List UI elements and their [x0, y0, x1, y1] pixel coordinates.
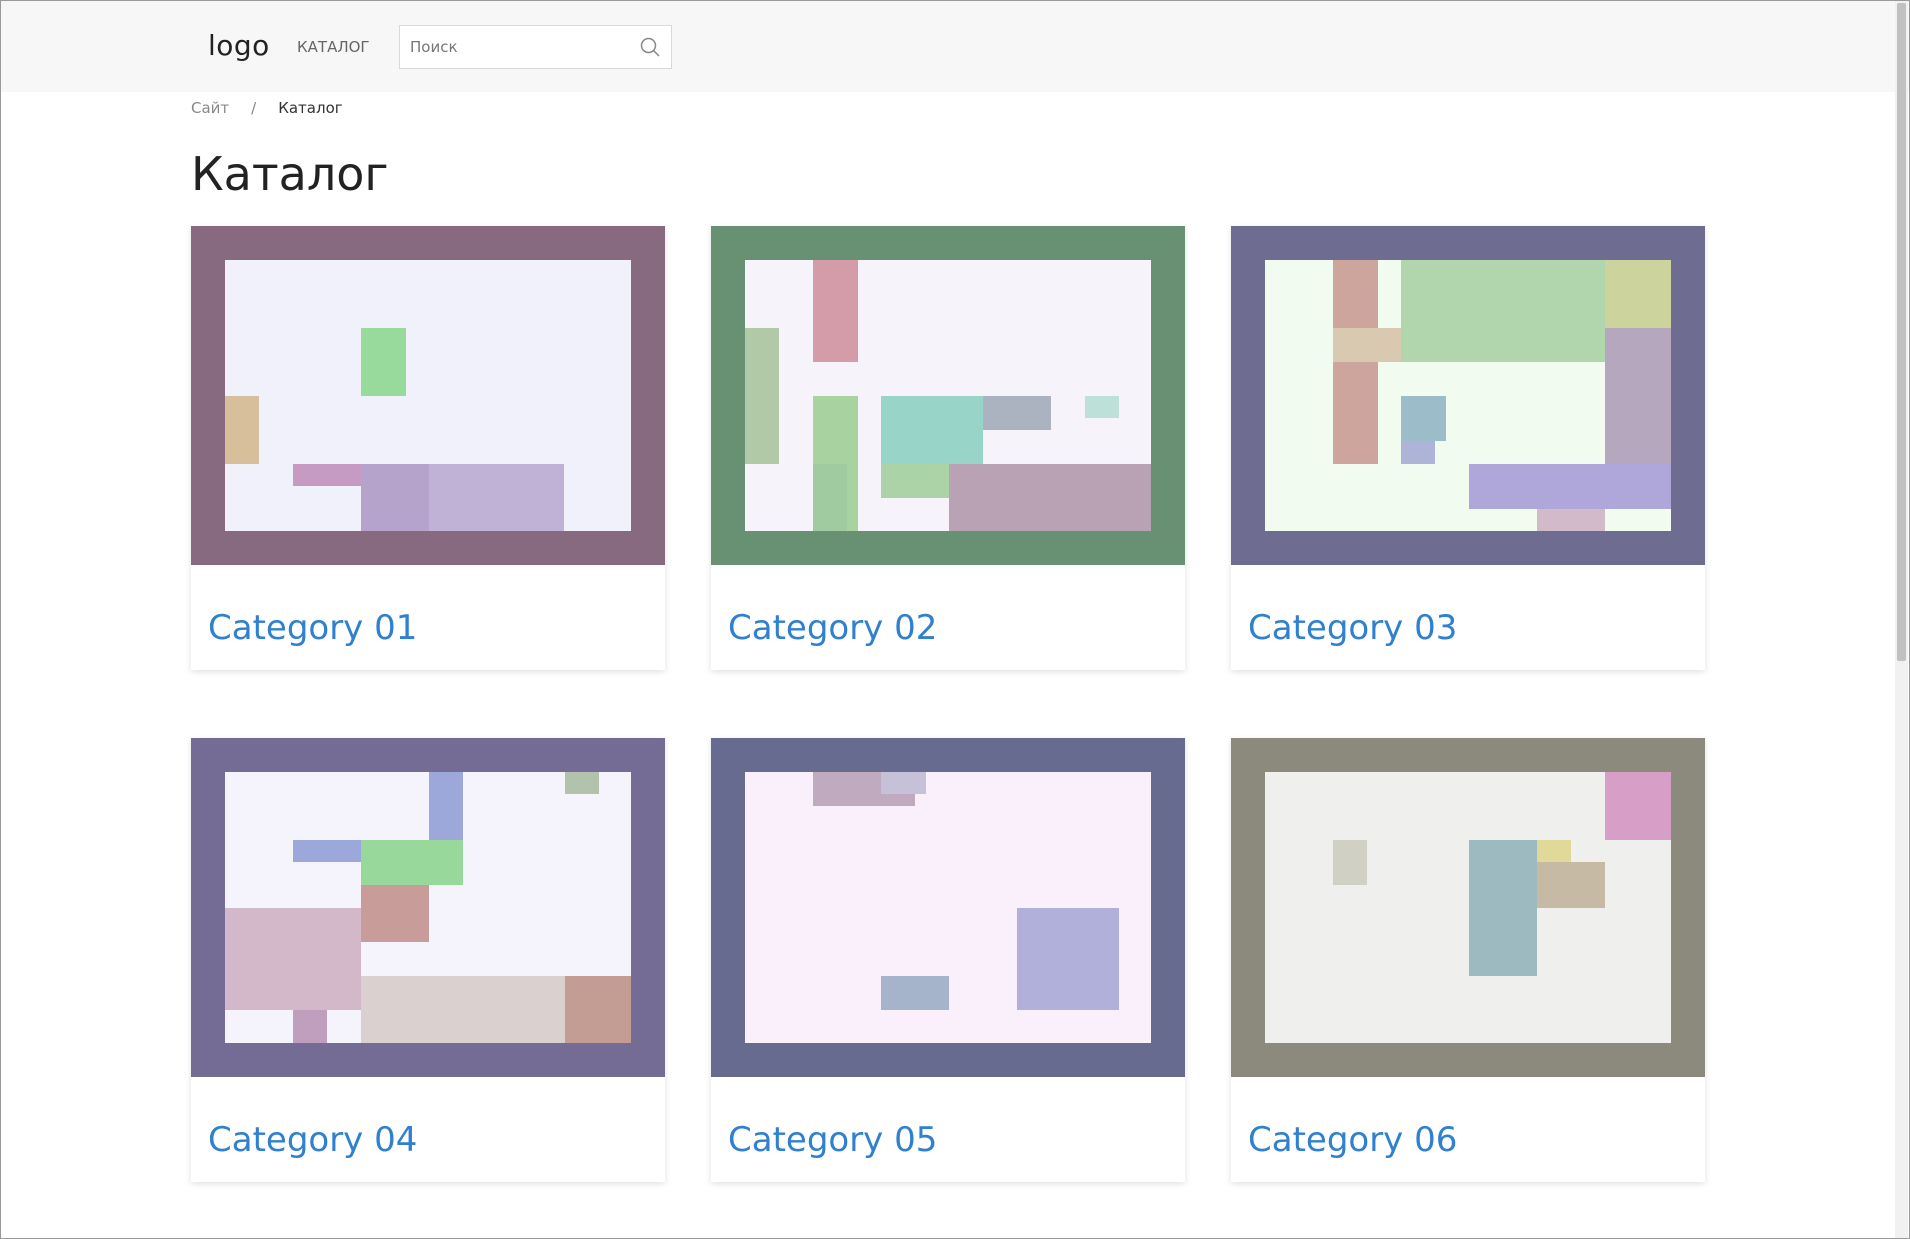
image-block: [361, 840, 463, 885]
image-block: [983, 396, 1051, 430]
category-image[interactable]: [1231, 738, 1705, 1077]
image-block: [813, 260, 858, 362]
image-block: [813, 464, 847, 531]
image-block: [225, 908, 361, 1010]
category-title-link[interactable]: Category 03: [1248, 608, 1457, 648]
image-block: [1401, 441, 1435, 464]
image-block: [1537, 840, 1571, 862]
image-block: [881, 464, 949, 498]
category-card[interactable]: Category 01: [191, 226, 665, 670]
image-block: [1333, 362, 1378, 464]
category-card[interactable]: Category 06: [1231, 738, 1705, 1182]
image-block: [293, 840, 361, 862]
category-image[interactable]: [711, 226, 1185, 565]
image-block: [881, 976, 949, 1010]
image-block: [361, 464, 429, 531]
image-block: [949, 464, 1151, 531]
category-image[interactable]: [1231, 226, 1705, 565]
image-block: [1605, 772, 1671, 840]
image-block: [429, 464, 564, 531]
image-block: [1469, 464, 1671, 509]
image-block: [361, 976, 565, 1043]
page-title: Каталог: [191, 147, 389, 201]
search-input[interactable]: [410, 26, 630, 68]
category-card[interactable]: Category 02: [711, 226, 1185, 670]
image-block: [1401, 396, 1446, 441]
image-block: [293, 464, 361, 486]
category-card[interactable]: Category 04: [191, 738, 665, 1182]
image-block: [293, 1010, 327, 1043]
category-card[interactable]: Category 03: [1231, 226, 1705, 670]
nav-link-catalog[interactable]: КАТАЛОГ: [297, 38, 370, 56]
image-block: [429, 772, 463, 840]
image-block: [745, 328, 779, 464]
logo[interactable]: logo: [208, 29, 270, 62]
search-icon[interactable]: [639, 36, 661, 58]
image-block: [1017, 908, 1119, 1010]
image-block: [1537, 509, 1605, 531]
breadcrumb: Сайт / Каталог: [191, 99, 343, 117]
category-title-link[interactable]: Category 06: [1248, 1120, 1457, 1160]
image-block: [361, 885, 429, 942]
image-block: [1605, 260, 1671, 328]
image-block: [1401, 260, 1605, 362]
image-block: [1605, 328, 1671, 464]
image-block: [1537, 862, 1605, 908]
category-title-link[interactable]: Category 05: [728, 1120, 937, 1160]
category-title-link[interactable]: Category 01: [208, 608, 417, 648]
category-image[interactable]: [191, 738, 665, 1077]
image-block: [1085, 396, 1119, 418]
image-block: [565, 976, 631, 1043]
image-block: [361, 328, 406, 396]
image-block: [565, 772, 599, 794]
breadcrumb-separator: /: [251, 99, 257, 117]
breadcrumb-site-link[interactable]: Сайт: [191, 99, 229, 117]
image-block: [881, 772, 926, 794]
search-box: [399, 25, 672, 69]
category-title-link[interactable]: Category 02: [728, 608, 937, 648]
category-card[interactable]: Category 05: [711, 738, 1185, 1182]
scrollbar-thumb[interactable]: [1897, 3, 1906, 661]
category-title-link[interactable]: Category 04: [208, 1120, 417, 1160]
image-block: [881, 396, 983, 464]
top-header: logo КАТАЛОГ: [1, 1, 1909, 92]
image-block: [1333, 260, 1378, 328]
breadcrumb-current: Каталог: [278, 99, 343, 117]
category-image[interactable]: [191, 226, 665, 565]
image-block: [1469, 840, 1537, 976]
image-block: [225, 396, 259, 464]
category-image[interactable]: [711, 738, 1185, 1077]
image-block: [1333, 840, 1367, 885]
